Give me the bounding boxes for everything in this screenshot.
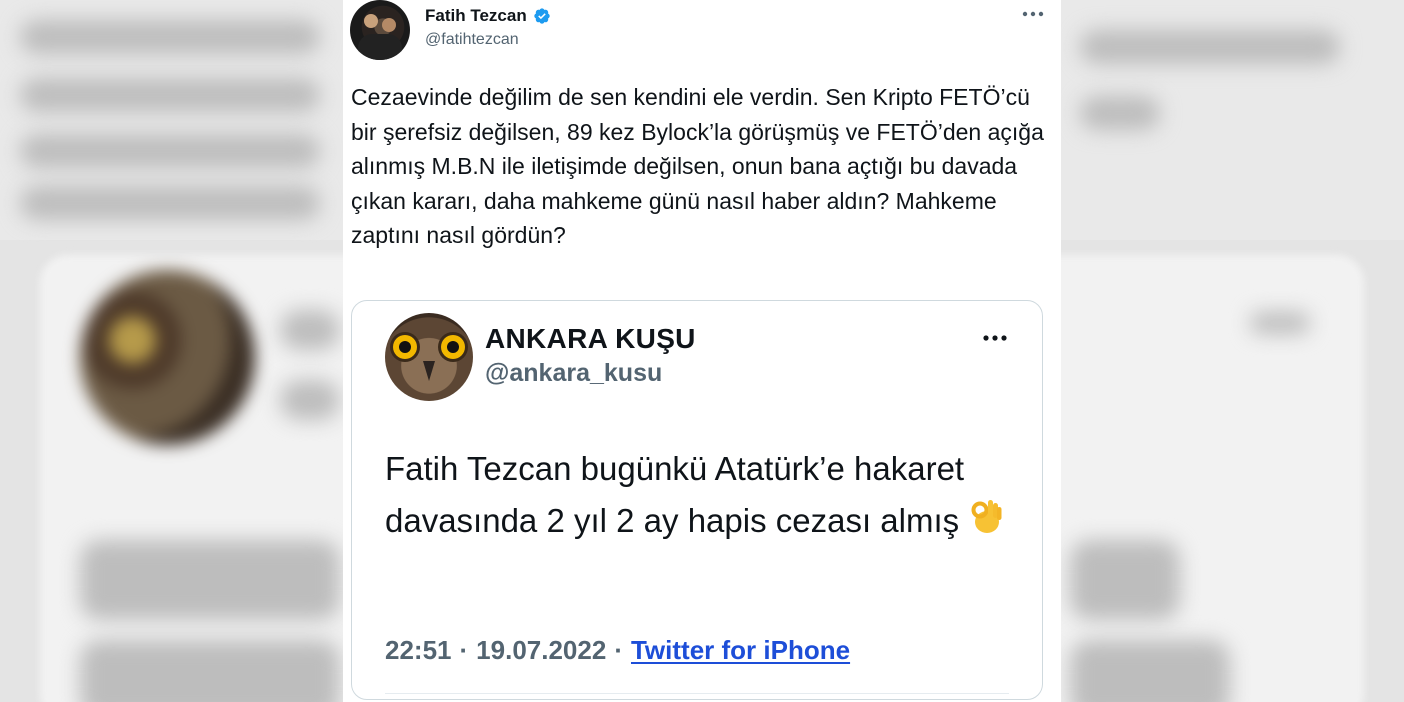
backdrop-blur-line bbox=[20, 134, 320, 168]
quoted-tweet[interactable]: ANKARA KUŞU @ankara_kusu Fatih Tezcan bu… bbox=[351, 300, 1043, 700]
author-handle[interactable]: @fatihtezcan bbox=[425, 31, 519, 49]
divider bbox=[385, 693, 1009, 694]
tweet-source-link[interactable]: Twitter for iPhone bbox=[631, 635, 850, 666]
meta-separator: · bbox=[614, 635, 623, 665]
backdrop-blur-line bbox=[1080, 30, 1340, 64]
tweet-time[interactable]: 22:51 bbox=[385, 635, 452, 666]
more-horizontal-icon bbox=[983, 335, 1007, 341]
tweet-card: Fatih Tezcan @fatihtezcan Cezaevinde değ… bbox=[343, 0, 1061, 702]
quoted-tweet-text: Fatih Tezcan bugünkü Atatürk’e hakaret d… bbox=[385, 443, 1005, 547]
verified-badge-icon bbox=[534, 8, 550, 24]
quoted-author-handle[interactable]: @ankara_kusu bbox=[485, 359, 662, 388]
backdrop-blur-line bbox=[280, 310, 340, 350]
backdrop-blur-line bbox=[20, 78, 320, 112]
quoted-tweet-text-body: Fatih Tezcan bugünkü Atatürk’e hakaret d… bbox=[385, 450, 965, 539]
meta-separator: · bbox=[459, 635, 469, 665]
author-avatar[interactable] bbox=[350, 0, 410, 60]
tweet-text: Cezaevinde değilim de sen kendini ele ve… bbox=[351, 84, 1044, 248]
quoted-author-name[interactable]: ANKARA KUŞU bbox=[485, 323, 696, 355]
ok-hand-emoji-icon bbox=[971, 500, 1002, 533]
backdrop-blur-line bbox=[1070, 540, 1180, 620]
backdrop-blur-line bbox=[1250, 312, 1310, 334]
backdrop-blur-line bbox=[80, 640, 340, 702]
backdrop-blur-line bbox=[280, 380, 340, 420]
backdrop-blur-line bbox=[1080, 96, 1160, 130]
more-horizontal-icon bbox=[1022, 11, 1044, 17]
quoted-author-avatar[interactable] bbox=[385, 313, 473, 401]
backdrop-avatar bbox=[80, 270, 255, 445]
more-options-button[interactable] bbox=[1020, 4, 1046, 24]
backdrop-blur-line bbox=[20, 20, 320, 54]
backdrop-blur-line bbox=[1070, 640, 1230, 702]
tweet-header: Fatih Tezcan @fatihtezcan bbox=[350, 0, 1054, 62]
quoted-tweet-meta: 22:51 · 19.07.2022 · Twitter for iPhone bbox=[385, 635, 850, 666]
backdrop-blur-line bbox=[80, 540, 340, 620]
quoted-more-options-button[interactable] bbox=[982, 333, 1008, 343]
author-name-row[interactable]: Fatih Tezcan bbox=[425, 6, 551, 26]
tweet-date[interactable]: 19.07.2022 bbox=[476, 635, 606, 666]
backdrop-blur-line bbox=[20, 186, 320, 220]
author-name[interactable]: Fatih Tezcan bbox=[425, 6, 527, 26]
